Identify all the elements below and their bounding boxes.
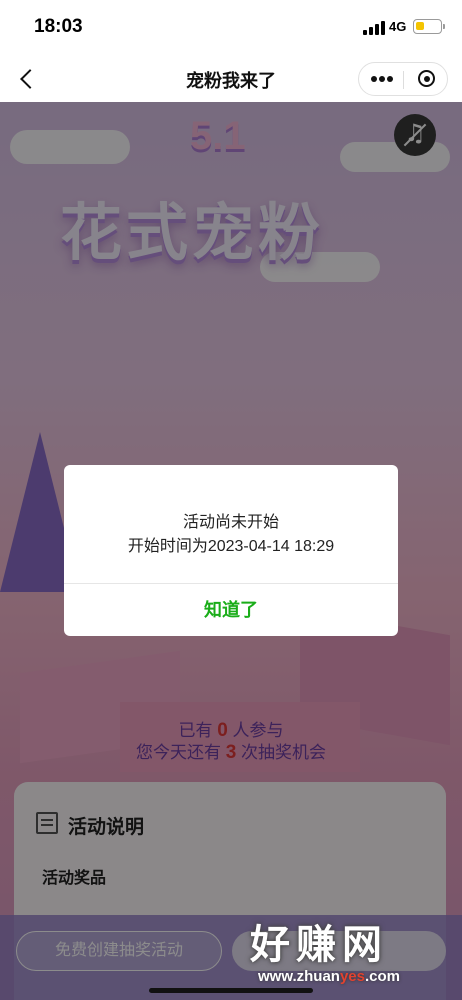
status-bar: 18:03 4G	[0, 0, 462, 56]
capsule-divider	[403, 71, 404, 89]
more-button[interactable]	[363, 63, 401, 95]
dot-icon	[371, 76, 377, 82]
home-indicator	[149, 988, 313, 993]
dialog-start-time: 开始时间为2023-04-14 18:29	[127, 538, 335, 555]
battery-fill	[416, 22, 424, 30]
dialog-message-line: 活动尚未开始	[182, 514, 279, 531]
dot-icon	[387, 76, 393, 82]
status-time: 18:03	[34, 16, 83, 37]
dialog-message: 活动尚未开始 开始时间为2023-04-14 18:29	[64, 511, 398, 559]
nav-bar: 宠粉我来了	[0, 56, 462, 102]
battery-icon	[413, 19, 442, 34]
watermark-text: 好赚网	[250, 922, 388, 968]
close-mini-program-button[interactable]	[407, 63, 445, 95]
mini-program-capsule	[358, 62, 448, 96]
watermark-url: www.zhuanyes.com	[258, 968, 400, 985]
signal-icon	[363, 21, 385, 35]
dialog-confirm-button[interactable]: 知道了	[64, 584, 398, 636]
dot-icon	[379, 76, 385, 82]
not-started-dialog: 活动尚未开始 开始时间为2023-04-14 18:29 知道了	[64, 465, 398, 636]
network-label: 4G	[389, 19, 407, 34]
battery-cap	[443, 24, 445, 29]
